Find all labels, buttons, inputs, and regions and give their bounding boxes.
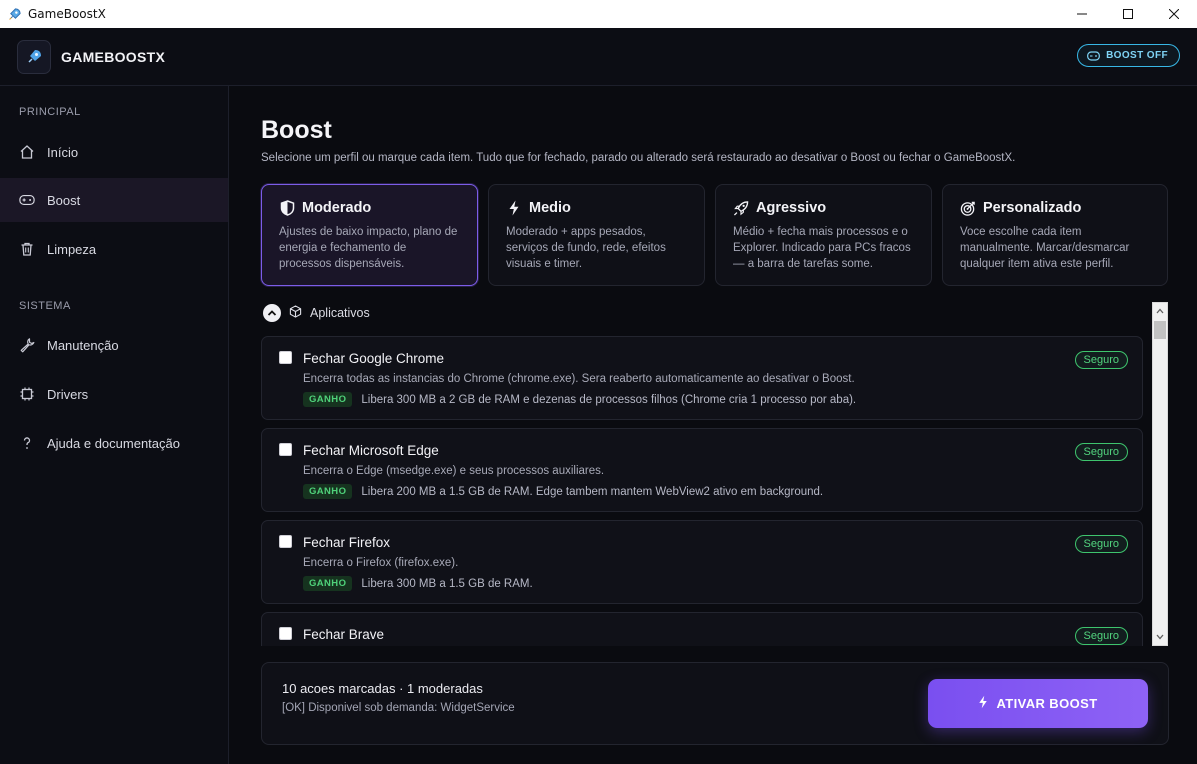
- safe-badge: Seguro: [1074, 535, 1128, 553]
- profile-description: Médio + fecha mais processos e o Explore…: [733, 226, 911, 270]
- scroll-down-arrow-icon[interactable]: [1153, 629, 1167, 645]
- boost-footer: 10 acoes marcadas · 1 moderadas [OK] Dis…: [261, 662, 1169, 745]
- profile-name: Personalizado: [983, 200, 1082, 216]
- shield-icon: [279, 200, 295, 216]
- home-icon: [19, 144, 35, 160]
- maximize-button[interactable]: [1105, 0, 1151, 28]
- sidebar-item-label: Manutenção: [47, 337, 119, 353]
- scrollbar-thumb[interactable]: [1154, 321, 1166, 339]
- list-item-brave[interactable]: Fechar Brave Seguro: [261, 612, 1143, 646]
- chevron-up-icon[interactable]: [263, 304, 281, 322]
- profile-name: Moderado: [302, 200, 372, 216]
- list-item-firefox[interactable]: Fechar Firefox Encerra o Firefox (firefo…: [261, 520, 1143, 604]
- gain-text: Libera 300 MB a 2 GB de RAM e dezenas de…: [361, 393, 857, 406]
- profile-description: Moderado + apps pesados, serviços de fun…: [506, 226, 666, 270]
- sidebar-item-ajuda[interactable]: Ajuda e documentação: [0, 421, 228, 465]
- window-titlebar: GameBoostX: [0, 0, 1197, 28]
- main-content: Boost Selecione um perfil ou marque cada…: [229, 86, 1197, 764]
- chip-icon: [19, 386, 35, 402]
- bolt-icon: [506, 200, 522, 216]
- profile-card-moderado[interactable]: Moderado Ajustes de baixo impacto, plano…: [261, 184, 478, 286]
- brand-name: GAMEBOOSTX: [61, 48, 166, 65]
- activate-boost-label: ATIVAR BOOST: [996, 696, 1098, 711]
- sidebar-section-sistema: SISTEMA: [19, 300, 71, 312]
- profile-selector: Moderado Ajustes de baixo impacto, plano…: [261, 184, 1168, 286]
- box-icon: [289, 305, 302, 321]
- minimize-button[interactable]: [1059, 0, 1105, 28]
- wrench-icon: [19, 337, 35, 353]
- target-icon: [960, 200, 976, 216]
- profile-card-agressivo[interactable]: Agressivo Médio + fecha mais processos e…: [715, 184, 932, 286]
- profile-name: Agressivo: [756, 200, 827, 216]
- boost-status-badge[interactable]: BOOST OFF: [1077, 44, 1180, 67]
- window-title: GameBoostX: [28, 7, 106, 21]
- app-header: GAMEBOOSTX BOOST OFF: [0, 28, 1197, 86]
- safe-badge: Seguro: [1074, 351, 1128, 369]
- sidebar-item-label: Ajuda e documentação: [47, 435, 180, 451]
- item-description: Encerra o Edge (msedge.exe) e seus proce…: [303, 465, 605, 477]
- sidebar-item-drivers[interactable]: Drivers: [0, 372, 228, 416]
- sidebar-item-boost[interactable]: Boost: [0, 178, 228, 222]
- question-icon: [19, 435, 35, 451]
- profile-card-medio[interactable]: Medio Moderado + apps pesados, serviços …: [488, 184, 705, 286]
- sidebar-item-label: Boost: [47, 192, 81, 208]
- gain-badge: GANHO: [303, 576, 353, 591]
- gain-text: Libera 300 MB a 1.5 GB de RAM.: [361, 577, 533, 590]
- app-logo: [17, 39, 51, 74]
- item-checkbox[interactable]: [279, 535, 292, 548]
- profile-name: Medio: [529, 200, 571, 216]
- sidebar-item-label: Drivers: [47, 386, 89, 402]
- profile-card-personalizado[interactable]: Personalizado Voce escolhe cada item man…: [942, 184, 1168, 286]
- sidebar: PRINCIPAL Início Boost Limpeza SISTEMA M…: [0, 86, 229, 764]
- item-title: Fechar Firefox: [303, 535, 391, 550]
- safe-badge: Seguro: [1074, 627, 1128, 645]
- sidebar-item-label: Limpeza: [47, 241, 97, 257]
- rocket-logo-icon: [28, 49, 41, 63]
- trash-icon: [19, 241, 35, 257]
- close-button[interactable]: [1151, 0, 1197, 28]
- gamepad-icon: [1087, 50, 1100, 61]
- item-description: Encerra o Firefox (firefox.exe).: [303, 557, 459, 569]
- item-title: Fechar Brave: [303, 627, 385, 642]
- activate-boost-button[interactable]: ATIVAR BOOST: [928, 679, 1148, 728]
- item-title: Fechar Google Chrome: [303, 351, 445, 366]
- service-status: [OK] Disponivel sob demanda: WidgetServi…: [282, 702, 515, 714]
- scroll-up-arrow-icon[interactable]: [1153, 303, 1167, 319]
- item-description: Encerra todas as instancias do Chrome (c…: [303, 373, 855, 385]
- sidebar-item-inicio[interactable]: Início: [0, 130, 228, 174]
- sidebar-item-label: Início: [47, 144, 79, 160]
- item-title: Fechar Microsoft Edge: [303, 443, 439, 458]
- page-description: Selecione um perfil ou marque cada item.…: [261, 152, 1016, 164]
- gain-text: Libera 200 MB a 1.5 GB de RAM. Edge tamb…: [361, 485, 824, 498]
- action-list: Fechar Google Chrome Encerra todas as in…: [261, 336, 1143, 646]
- sidebar-item-limpeza[interactable]: Limpeza: [0, 227, 228, 271]
- bolt-icon: [978, 695, 988, 712]
- sidebar-item-manutencao[interactable]: Manutenção: [0, 323, 228, 367]
- sidebar-section-principal: PRINCIPAL: [19, 106, 81, 118]
- gamepad-icon: [19, 192, 35, 208]
- list-item-chrome[interactable]: Fechar Google Chrome Encerra todas as in…: [261, 336, 1143, 420]
- selection-summary: 10 acoes marcadas · 1 moderadas: [282, 681, 483, 696]
- profile-description: Voce escolhe cada item manualmente. Marc…: [960, 226, 1130, 270]
- boost-status-label: BOOST OFF: [1106, 50, 1168, 61]
- list-scrollbar[interactable]: [1152, 302, 1168, 646]
- safe-badge: Seguro: [1074, 443, 1128, 461]
- page-title: Boost: [261, 116, 332, 144]
- section-label: Aplicativos: [310, 306, 370, 320]
- gain-badge: GANHO: [303, 484, 353, 499]
- rocket-icon: [733, 200, 749, 216]
- list-item-edge[interactable]: Fechar Microsoft Edge Encerra o Edge (ms…: [261, 428, 1143, 512]
- item-checkbox[interactable]: [279, 351, 292, 364]
- item-checkbox[interactable]: [279, 443, 292, 456]
- gain-badge: GANHO: [303, 392, 353, 407]
- section-header-aplicativos[interactable]: Aplicativos: [263, 304, 370, 322]
- item-checkbox[interactable]: [279, 627, 292, 640]
- rocket-app-icon: [6, 6, 22, 22]
- profile-description: Ajustes de baixo impacto, plano de energ…: [279, 226, 458, 270]
